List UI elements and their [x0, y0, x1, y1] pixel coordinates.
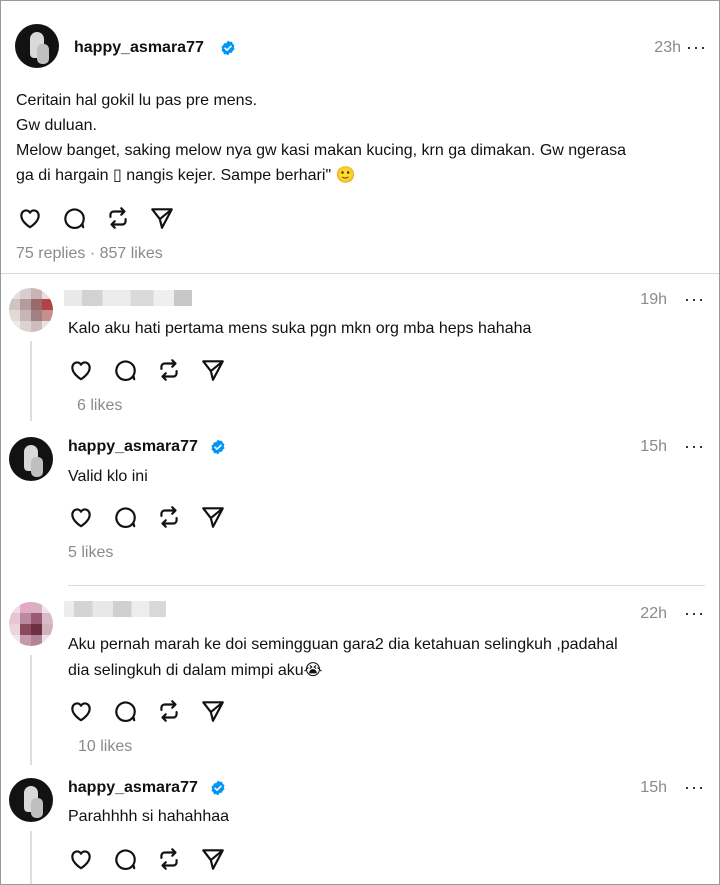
share-icon[interactable]: [200, 504, 226, 530]
reply-time: 15h: [640, 779, 667, 796]
verified-badge-icon: [210, 780, 226, 796]
avatar[interactable]: [9, 778, 53, 822]
comment-icon[interactable]: [112, 504, 138, 530]
more-icon[interactable]: ···: [684, 436, 705, 457]
divider: [1, 273, 719, 274]
thread-line: [30, 831, 32, 884]
repost-icon[interactable]: [105, 205, 131, 231]
verified-badge-icon: [210, 439, 226, 455]
reply-text: Valid klo ini: [68, 468, 148, 485]
threads-post-screenshot: happy_asmara77 23h ··· Ceritain hal goki…: [0, 0, 720, 885]
comment-icon[interactable]: [112, 698, 138, 724]
post-time: 23h: [654, 39, 681, 56]
repost-icon[interactable]: [156, 698, 182, 724]
post-stats[interactable]: 75 replies · 857 likes: [16, 245, 163, 263]
share-icon[interactable]: [200, 846, 226, 872]
comment-icon[interactable]: [112, 846, 138, 872]
share-icon[interactable]: [149, 205, 175, 231]
repost-icon[interactable]: [156, 504, 182, 530]
avatar[interactable]: [9, 602, 53, 646]
heart-icon[interactable]: [17, 205, 43, 231]
verified-badge-icon: [220, 40, 236, 56]
post-text-line: ga di hargain ▯ nangis kejer. Sampe berh…: [16, 167, 356, 184]
comment-icon[interactable]: [61, 205, 87, 231]
post-text-line: Melow banget, saking melow nya gw kasi m…: [16, 142, 627, 159]
divider: [68, 585, 705, 586]
thread-line: [30, 341, 32, 421]
repost-icon[interactable]: [156, 846, 182, 872]
reply-time: 19h: [640, 291, 667, 308]
share-icon[interactable]: [200, 357, 226, 383]
post-text-line: Gw duluan.: [16, 117, 97, 134]
reply-username[interactable]: happy_asmara77: [68, 438, 198, 456]
repost-icon[interactable]: [156, 357, 182, 383]
reply-text: Parahhhh si hahahhaa: [68, 808, 230, 825]
heart-icon[interactable]: [68, 698, 94, 724]
post-text-line: Ceritain hal gokil lu pas pre mens.: [16, 92, 258, 109]
thread-line: [30, 655, 32, 765]
reply-text-line: Aku pernah marah ke doi semingguan gara2…: [68, 636, 618, 653]
reply-time: 22h: [640, 605, 667, 622]
reply-text-line: dia selingkuh di dalam mimpi aku😭: [68, 662, 323, 679]
more-icon[interactable]: ···: [686, 37, 707, 58]
reply-likes[interactable]: 5 likes: [68, 544, 113, 562]
heart-icon[interactable]: [68, 846, 94, 872]
reply-time: 15h: [640, 438, 667, 455]
post-username[interactable]: happy_asmara77: [74, 39, 204, 57]
reply-likes[interactable]: 6 likes: [77, 397, 122, 415]
avatar[interactable]: [15, 24, 59, 68]
more-icon[interactable]: ···: [684, 603, 705, 624]
more-icon[interactable]: ···: [684, 777, 705, 798]
avatar[interactable]: [9, 437, 53, 481]
more-icon[interactable]: ···: [684, 289, 705, 310]
heart-icon[interactable]: [68, 357, 94, 383]
reply-text: Kalo aku hati pertama mens suka pgn mkn …: [68, 320, 532, 337]
reply-username[interactable]: happy_asmara77: [68, 779, 198, 797]
comment-icon[interactable]: [112, 357, 138, 383]
avatar[interactable]: [9, 288, 53, 332]
share-icon[interactable]: [200, 698, 226, 724]
reply-likes[interactable]: 10 likes: [78, 738, 132, 756]
blurred-username: [64, 601, 166, 617]
heart-icon[interactable]: [68, 504, 94, 530]
blurred-username: [64, 290, 192, 306]
